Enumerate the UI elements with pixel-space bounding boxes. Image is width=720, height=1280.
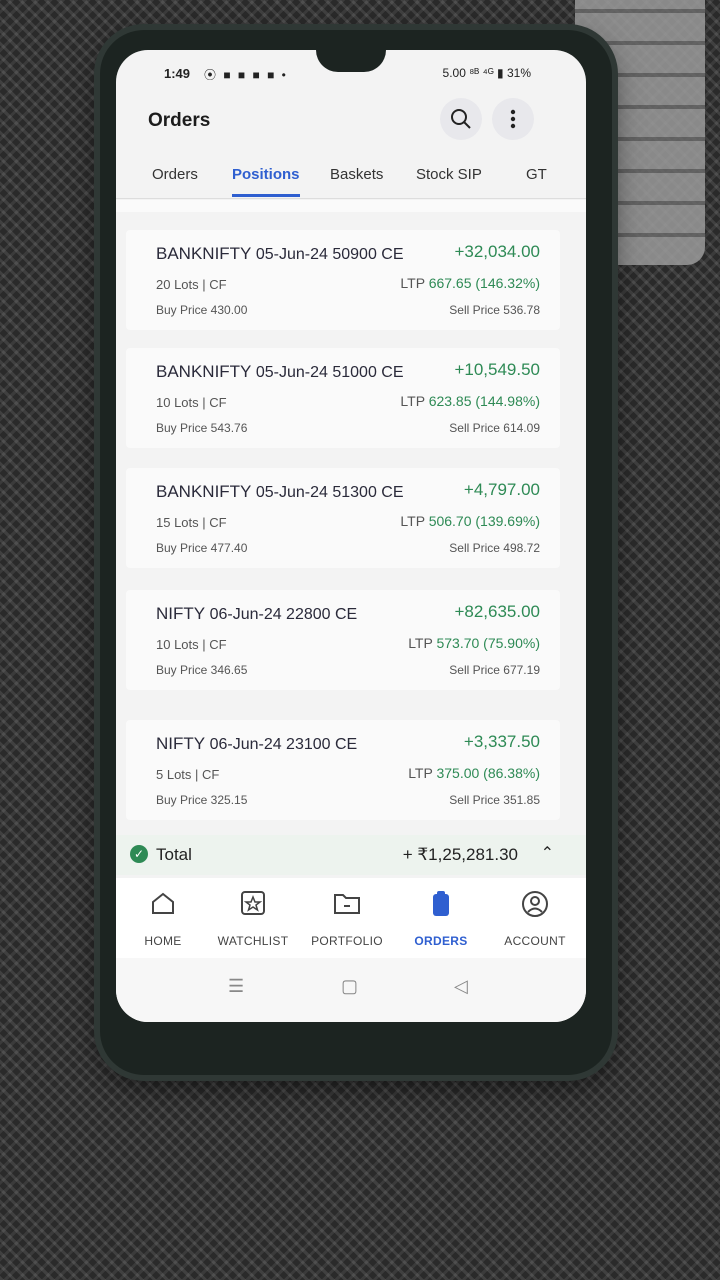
- tab-stock-sip[interactable]: Stock SIP: [416, 166, 482, 183]
- ltp-label: LTP: [400, 393, 425, 409]
- status-bar: 1:49 ⦿ ■ ■ ■ ■ • 5.00 ⁸ᴮ ⁴ᴳ ▮ 31%: [116, 62, 586, 84]
- nav-orders[interactable]: ORDERS: [394, 890, 488, 948]
- folder-icon: [300, 890, 394, 920]
- ltp-label: LTP: [408, 765, 433, 781]
- phone-screen: 1:49 ⦿ ■ ■ ■ ■ • 5.00 ⁸ᴮ ⁴ᴳ ▮ 31% Orders…: [116, 50, 586, 1022]
- tab-gtt[interactable]: GT: [526, 166, 547, 183]
- check-circle-icon: ✓: [130, 845, 148, 863]
- app-bar: Orders: [116, 90, 586, 146]
- position-ltp: 375.00 (86.38%): [436, 765, 540, 781]
- clipboard-icon: [394, 890, 488, 920]
- list-item-partial: [116, 200, 586, 212]
- position-contract: 05-Jun-24 51300 CE: [255, 484, 404, 501]
- user-icon: [488, 890, 582, 920]
- position-lots: 15 Lots | CF: [156, 515, 227, 530]
- home-button[interactable]: ▢: [341, 976, 358, 997]
- position-ltp: 573.70 (75.90%): [436, 635, 540, 651]
- tab-baskets[interactable]: Baskets: [330, 166, 383, 183]
- position-sell-price: Sell Price 614.09: [449, 421, 540, 435]
- nav-account-label: ACCOUNT: [504, 934, 566, 948]
- position-contract: 06-Jun-24 22800 CE: [209, 606, 358, 623]
- ltp-label: LTP: [400, 275, 425, 291]
- position-symbol: BANKNIFTY: [156, 482, 252, 501]
- position-buy-price: Buy Price 430.00: [156, 303, 248, 317]
- nav-home[interactable]: HOME: [116, 890, 210, 948]
- more-options-button[interactable]: [492, 98, 534, 140]
- position-pnl: +32,034.00: [454, 242, 540, 261]
- position-lots: 5 Lots | CF: [156, 767, 220, 782]
- position-card[interactable]: NIFTY 06-Jun-24 22800 CE +82,635.00 10 L…: [126, 590, 560, 690]
- nav-portfolio-label: PORTFOLIO: [311, 934, 383, 948]
- battery-signal-status: 5.00 ⁸ᴮ ⁴ᴳ ▮ 31%: [442, 66, 531, 80]
- position-ltp: 506.70 (139.69%): [428, 513, 540, 529]
- total-pnl-value: + ₹1,25,281.30: [402, 845, 518, 864]
- position-contract: 06-Jun-24 23100 CE: [209, 736, 358, 753]
- nav-watchlist-label: WATCHLIST: [217, 934, 289, 948]
- tab-positions[interactable]: Positions: [232, 166, 300, 183]
- position-lots: 10 Lots | CF: [156, 637, 227, 652]
- search-button[interactable]: [440, 98, 482, 140]
- position-card[interactable]: BANKNIFTY 05-Jun-24 50900 CE +32,034.00 …: [126, 230, 560, 330]
- position-sell-price: Sell Price 498.72: [449, 541, 540, 555]
- position-contract: 05-Jun-24 51000 CE: [255, 364, 404, 381]
- ltp-label: LTP: [400, 513, 425, 529]
- position-buy-price: Buy Price 346.65: [156, 663, 248, 677]
- position-pnl: +82,635.00: [454, 602, 540, 621]
- tab-orders[interactable]: Orders: [152, 166, 198, 183]
- nav-home-label: HOME: [144, 934, 182, 948]
- notification-icons: ⦿ ■ ■ ■ ■ •: [204, 68, 288, 82]
- position-lots: 10 Lots | CF: [156, 395, 227, 410]
- position-card[interactable]: BANKNIFTY 05-Jun-24 51300 CE +4,797.00 1…: [126, 468, 560, 568]
- position-symbol: NIFTY: [156, 604, 206, 623]
- bottom-navigation: HOME WATCHLIST PORTFOLIO ORDERS ACCOUNT: [116, 878, 586, 958]
- position-sell-price: Sell Price 351.85: [449, 793, 540, 807]
- position-ltp: 667.65 (146.32%): [428, 275, 540, 291]
- position-pnl: +4,797.00: [463, 480, 540, 499]
- position-contract: 05-Jun-24 50900 CE: [255, 246, 404, 263]
- nav-orders-label: ORDERS: [414, 934, 468, 948]
- position-buy-price: Buy Price 325.15: [156, 793, 248, 807]
- recent-apps-button[interactable]: ☰: [228, 976, 244, 997]
- total-label: Total: [156, 845, 192, 864]
- position-sell-price: Sell Price 536.78: [449, 303, 540, 317]
- nav-account[interactable]: ACCOUNT: [488, 890, 582, 948]
- search-icon: [451, 109, 471, 129]
- status-time: 1:49: [164, 66, 191, 81]
- positions-list[interactable]: BANKNIFTY 05-Jun-24 50900 CE +32,034.00 …: [116, 200, 586, 870]
- position-pnl: +10,549.50: [454, 360, 540, 379]
- position-pnl: +3,337.50: [463, 732, 540, 751]
- position-symbol: BANKNIFTY: [156, 362, 252, 381]
- position-buy-price: Buy Price 543.76: [156, 421, 248, 435]
- total-bar[interactable]: ✓ Total + ₹1,25,281.30 ⌃: [116, 835, 586, 875]
- nav-watchlist[interactable]: WATCHLIST: [206, 890, 300, 948]
- position-sell-price: Sell Price 677.19: [449, 663, 540, 677]
- chevron-up-icon[interactable]: ⌃: [541, 843, 554, 863]
- position-card[interactable]: BANKNIFTY 05-Jun-24 51000 CE +10,549.50 …: [126, 348, 560, 448]
- page-title: Orders: [148, 110, 211, 131]
- home-icon: [116, 890, 210, 920]
- star-icon: [206, 890, 300, 920]
- nav-portfolio[interactable]: PORTFOLIO: [300, 890, 394, 948]
- tab-bar: Orders Positions Baskets Stock SIP GT: [116, 154, 586, 199]
- ltp-label: LTP: [408, 635, 433, 651]
- system-navigation-bar: ☰ ▢ ◁: [116, 958, 586, 1022]
- position-buy-price: Buy Price 477.40: [156, 541, 248, 555]
- position-symbol: NIFTY: [156, 734, 206, 753]
- back-button[interactable]: ◁: [454, 976, 468, 997]
- position-ltp: 623.85 (144.98%): [428, 393, 540, 409]
- position-card[interactable]: NIFTY 06-Jun-24 23100 CE +3,337.50 5 Lot…: [126, 720, 560, 820]
- position-symbol: BANKNIFTY: [156, 244, 252, 263]
- position-lots: 20 Lots | CF: [156, 277, 227, 292]
- more-vertical-icon: [510, 109, 516, 129]
- active-tab-indicator: [232, 194, 300, 197]
